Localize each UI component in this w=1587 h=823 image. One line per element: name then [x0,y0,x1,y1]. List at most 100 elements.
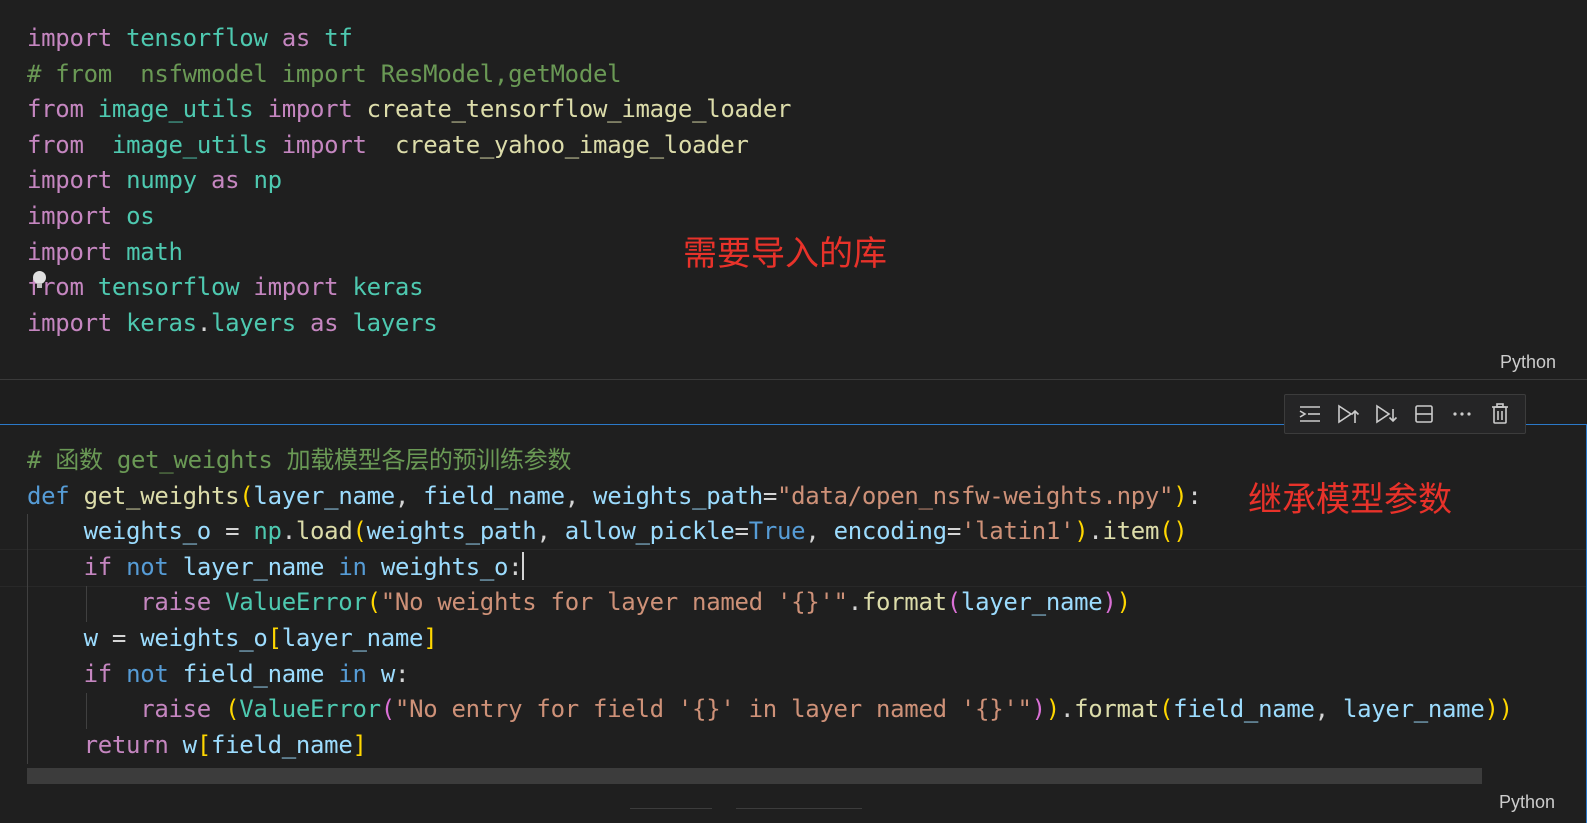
run-cell-and-above-icon[interactable] [1333,399,1363,429]
code-token: import [27,201,112,230]
cell-add-code-button[interactable] [630,808,712,823]
code-token: os [126,201,155,230]
code-token: w [380,659,395,688]
code-token: tensorflow [126,24,268,52]
code-token: not [126,659,169,688]
code-token: : [1187,481,1202,510]
code-line[interactable]: import keras.layers as layers [27,306,791,342]
code-token: , [805,517,834,546]
code-line[interactable]: import numpy as np [27,163,791,199]
annotation-inherit-params: 继承模型参数 [1248,480,1452,520]
code-token: numpy [126,166,197,195]
lightbulb-icon[interactable] [33,271,46,288]
cell-language-label[interactable]: Python [1499,792,1555,813]
code-line[interactable]: raise ValueError("No weights for layer n… [27,585,1513,621]
code-token: ( [239,481,254,510]
code-line[interactable]: import math [27,235,791,271]
code-token: weights_path [366,517,537,546]
code-token: "data/open_nsfw-weights.npy" [777,481,1174,510]
code-token: layer_name [960,588,1103,617]
code-token: not [126,552,169,581]
code-token: field_name [182,659,325,688]
code-token: import [281,130,367,159]
notebook-cell-imports[interactable]: import tensorflow as tf # from nsfwmodel … [0,0,1587,380]
code-token: def [27,481,70,510]
code-line[interactable]: if not field_name in w: [27,657,1513,693]
code-line[interactable]: raise (ValueError("No entry for field '{… [27,692,1513,728]
code-line[interactable]: from image_utils import create_tensorflo… [27,92,791,128]
code-token: import [27,166,112,195]
code-line[interactable]: from tensorflow import keras [27,270,791,306]
code-token: keras [126,308,197,337]
code-token: ) [1498,695,1513,724]
run-cell-and-below-icon[interactable] [1371,399,1401,429]
more-actions-icon[interactable] [1447,399,1477,429]
code-token: as [210,166,240,195]
annotation-imports: 需要导入的库 [683,234,887,274]
split-cell-icon[interactable] [1409,399,1439,429]
execute-above-cells-icon[interactable] [1295,399,1325,429]
code-editor-imports[interactable]: import tensorflow as tf # from nsfwmodel … [27,21,791,341]
code-line[interactable]: import tensorflow as tf [27,21,791,57]
code-line[interactable]: return w[field_name] [27,728,1513,764]
code-token: . [281,517,296,546]
horizontal-scrollbar[interactable] [27,768,1482,784]
code-token: ( [946,588,961,617]
code-line[interactable]: w = weights_o[layer_name] [27,621,1513,657]
code-token: ] [352,730,367,759]
code-token: ) [1074,517,1089,546]
code-token: , [536,517,565,546]
code-line[interactable]: import os [27,199,791,235]
code-token: np [253,166,282,195]
code-token: [ [267,623,282,652]
code-token: # from nsfwmodel import ResModel,getMode… [27,59,622,88]
code-token: # 函数 get_weights 加载模型各层的预训练参数 [27,446,572,474]
code-line[interactable]: if not layer_name in weights_o: [27,550,1513,586]
code-token: () [1159,517,1188,546]
code-token: layer_name [281,623,424,652]
code-token: import [27,237,112,266]
code-token: import [253,273,339,302]
code-token: as [281,24,311,52]
code-token: ) [1116,588,1131,617]
code-token: math [126,237,183,266]
delete-cell-icon[interactable] [1485,399,1515,429]
code-token: layer_name [1342,695,1485,724]
code-token: w [182,730,197,759]
code-token: create_yahoo_image_loader [394,130,749,159]
code-token: in [338,659,367,688]
code-line[interactable]: # from nsfwmodel import ResModel,getMode… [27,57,791,93]
code-token: in [338,552,367,581]
cell-language-label[interactable]: Python [1500,352,1556,373]
code-token: weights_path [593,481,763,510]
code-token: np [253,517,282,546]
code-token: format [861,588,947,617]
code-token: = [210,517,254,546]
cell-add-markdown-button[interactable] [736,808,862,823]
code-line[interactable]: from image_utils import create_yahoo_ima… [27,128,791,164]
code-token: from [27,130,84,159]
